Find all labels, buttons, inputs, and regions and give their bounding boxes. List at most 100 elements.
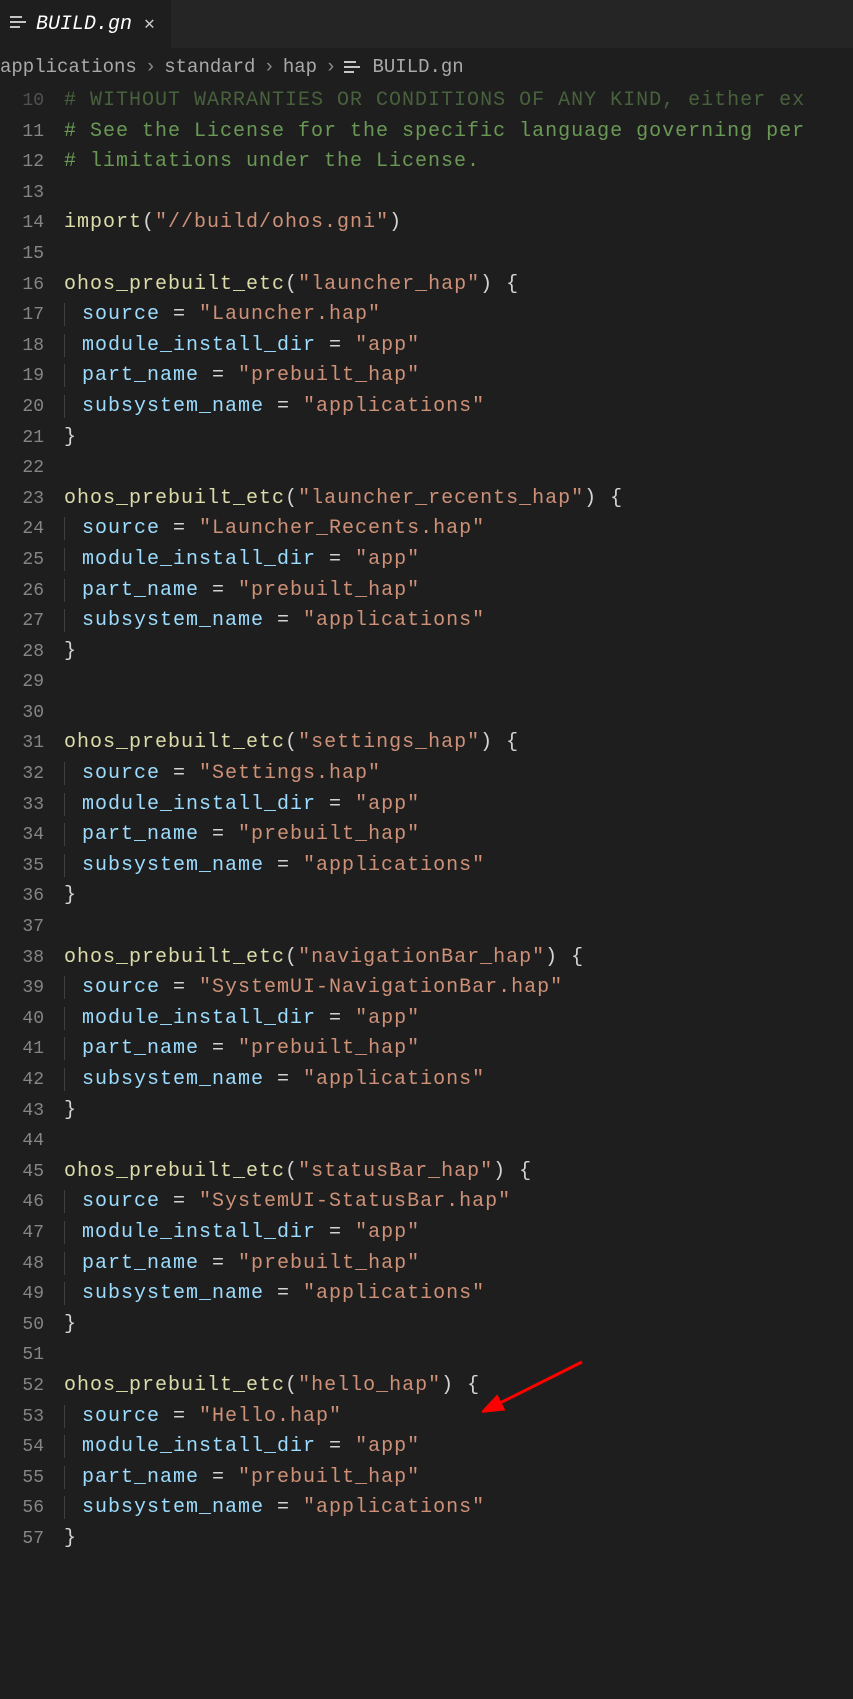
line-number: 36 [0, 881, 44, 912]
line-number: 21 [0, 423, 44, 454]
code-line: subsystem_name = "applications" [64, 606, 853, 637]
line-number: 47 [0, 1218, 44, 1249]
line-number: 12 [0, 147, 44, 178]
breadcrumb-item[interactable]: standard [164, 56, 255, 78]
code-line: ohos_prebuilt_etc("settings_hap") { [64, 728, 853, 759]
line-number: 45 [0, 1157, 44, 1188]
line-number: 51 [0, 1340, 44, 1371]
code-line: module_install_dir = "app" [64, 331, 853, 362]
code-line: } [64, 1310, 853, 1341]
file-icon [344, 56, 364, 78]
line-number: 42 [0, 1065, 44, 1096]
code-line [64, 667, 853, 698]
code-line: module_install_dir = "app" [64, 1432, 853, 1463]
tab-label: BUILD.gn [36, 13, 132, 36]
line-number: 40 [0, 1004, 44, 1035]
code-line: subsystem_name = "applications" [64, 1493, 853, 1524]
code-line: subsystem_name = "applications" [64, 851, 853, 882]
breadcrumb-item[interactable]: BUILD.gn [372, 56, 463, 78]
code-line: } [64, 1096, 853, 1127]
line-number: 30 [0, 698, 44, 729]
chevron-right-icon: › [145, 56, 156, 78]
code-line: } [64, 423, 853, 454]
code-line: module_install_dir = "app" [64, 1218, 853, 1249]
line-number: 44 [0, 1126, 44, 1157]
code-line: ohos_prebuilt_etc("launcher_recents_hap"… [64, 484, 853, 515]
code-line [64, 912, 853, 943]
line-number: 25 [0, 545, 44, 576]
code-line: # WITHOUT WARRANTIES OR CONDITIONS OF AN… [64, 86, 853, 117]
code-line: module_install_dir = "app" [64, 1004, 853, 1035]
code-line: part_name = "prebuilt_hap" [64, 1249, 853, 1280]
code-line: subsystem_name = "applications" [64, 1065, 853, 1096]
line-number: 29 [0, 667, 44, 698]
line-number: 50 [0, 1310, 44, 1341]
code-line: ohos_prebuilt_etc("statusBar_hap") { [64, 1157, 853, 1188]
code-line: source = "Launcher_Recents.hap" [64, 514, 853, 545]
line-number: 38 [0, 943, 44, 974]
line-number: 43 [0, 1096, 44, 1127]
line-number: 20 [0, 392, 44, 423]
line-number: 37 [0, 912, 44, 943]
line-number-gutter: 1011121314151617181920212223242526272829… [0, 86, 64, 1555]
close-icon[interactable]: ✕ [142, 13, 157, 35]
line-number: 17 [0, 300, 44, 331]
code-line: source = "SystemUI-StatusBar.hap" [64, 1187, 853, 1218]
code-line: # limitations under the License. [64, 147, 853, 178]
code-line [64, 1340, 853, 1371]
line-number: 31 [0, 728, 44, 759]
line-number: 11 [0, 117, 44, 148]
chevron-right-icon: › [325, 56, 336, 78]
breadcrumb-item[interactable]: hap [283, 56, 317, 78]
code-line: } [64, 637, 853, 668]
tab-build-gn[interactable]: BUILD.gn ✕ [0, 0, 171, 48]
code-area[interactable]: # WITHOUT WARRANTIES OR CONDITIONS OF AN… [64, 86, 853, 1555]
code-line: subsystem_name = "applications" [64, 1279, 853, 1310]
code-line: module_install_dir = "app" [64, 545, 853, 576]
code-line: ohos_prebuilt_etc("navigationBar_hap") { [64, 943, 853, 974]
line-number: 41 [0, 1034, 44, 1065]
line-number: 27 [0, 606, 44, 637]
code-line: part_name = "prebuilt_hap" [64, 1463, 853, 1494]
line-number: 28 [0, 637, 44, 668]
line-number: 49 [0, 1279, 44, 1310]
breadcrumb-item[interactable]: applications [0, 56, 137, 78]
line-number: 57 [0, 1524, 44, 1555]
code-line: subsystem_name = "applications" [64, 392, 853, 423]
code-line: # See the License for the specific langu… [64, 117, 853, 148]
breadcrumb: applications › standard › hap › BUILD.gn [0, 48, 853, 86]
code-line: import("//build/ohos.gni") [64, 208, 853, 239]
line-number: 52 [0, 1371, 44, 1402]
line-number: 22 [0, 453, 44, 484]
code-line: module_install_dir = "app" [64, 790, 853, 821]
line-number: 39 [0, 973, 44, 1004]
code-line [64, 239, 853, 270]
code-line: part_name = "prebuilt_hap" [64, 820, 853, 851]
code-line [64, 1126, 853, 1157]
line-number: 16 [0, 270, 44, 301]
code-line [64, 453, 853, 484]
code-editor[interactable]: 1011121314151617181920212223242526272829… [0, 86, 853, 1555]
annotation-arrow [482, 1357, 592, 1424]
line-number: 26 [0, 576, 44, 607]
line-number: 23 [0, 484, 44, 515]
code-line: part_name = "prebuilt_hap" [64, 576, 853, 607]
code-line: } [64, 1524, 853, 1555]
code-line: part_name = "prebuilt_hap" [64, 1034, 853, 1065]
line-number: 48 [0, 1249, 44, 1280]
line-number: 34 [0, 820, 44, 851]
code-line: source = "Launcher.hap" [64, 300, 853, 331]
line-number: 18 [0, 331, 44, 362]
line-number: 15 [0, 239, 44, 270]
code-line: source = "SystemUI-NavigationBar.hap" [64, 973, 853, 1004]
file-icon [10, 13, 26, 36]
code-line: part_name = "prebuilt_hap" [64, 361, 853, 392]
line-number: 54 [0, 1432, 44, 1463]
line-number: 14 [0, 208, 44, 239]
code-line: } [64, 881, 853, 912]
line-number: 35 [0, 851, 44, 882]
line-number: 19 [0, 361, 44, 392]
code-line: source = "Hello.hap" [64, 1402, 853, 1433]
tab-bar: BUILD.gn ✕ [0, 0, 853, 48]
line-number: 46 [0, 1187, 44, 1218]
